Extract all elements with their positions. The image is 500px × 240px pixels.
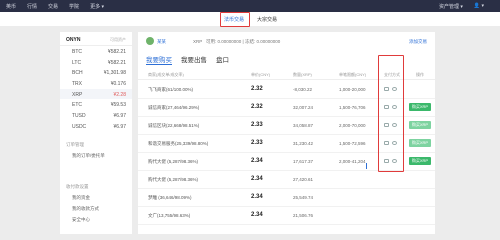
sidebar-link-my-orders[interactable]: 我的订单/委托单 — [72, 153, 105, 159]
user-info: 某某 XRP 可用: 0.00000000 | 冻结: 0.00000000 添… — [146, 37, 427, 47]
sidebar-item-tusd[interactable]: TUSD ¥6.97 — [60, 110, 132, 121]
coin-name: TUSD — [72, 113, 86, 120]
sidebar-header: ONYN 可用资产 — [60, 32, 132, 46]
coin-name: TRX — [72, 81, 82, 88]
nav-user-menu[interactable]: 👤 ▾ — [474, 3, 484, 10]
sidebar-item-ltc[interactable]: LTC ¥582.21 — [60, 57, 132, 68]
buy-xrp-button[interactable]: 购买XRP — [409, 121, 431, 129]
tab-orderbook[interactable]: 盘口 — [216, 54, 229, 65]
coin-value: ¥2.28 — [113, 91, 126, 98]
unit-price: 2.32 — [251, 86, 263, 92]
unit-price: 2.34 — [251, 194, 263, 200]
quantity: 21,506.76 — [293, 213, 314, 218]
merchant-name[interactable]: 购代大佬 (5,287/98.36%) — [148, 159, 198, 165]
unit-price: 2.32 — [251, 104, 263, 110]
coin-name: BCH — [72, 70, 83, 77]
tab-sell[interactable]: 我要出售 — [181, 54, 207, 65]
coin-name: BTC — [72, 49, 82, 55]
coin-value: ¥59.53 — [110, 102, 126, 109]
nav-market[interactable]: 行情 — [27, 3, 37, 10]
header-qty: 数量(XRP) — [293, 72, 312, 77]
sidebar-title: ONYN — [66, 37, 81, 43]
sidebar-link-funds[interactable]: 我的资金 — [72, 195, 90, 201]
coin-value: ¥6.97 — [113, 113, 126, 120]
header-action: 操作 — [416, 72, 424, 77]
limit: 1,500-72,596 — [339, 141, 366, 146]
sidebar-link-security[interactable]: 安全中心 — [72, 217, 90, 223]
buy-xrp-button[interactable]: 购买XRP — [409, 157, 431, 165]
balance-text: 可用: 0.00000000 | 冻结: 0.00000000 — [206, 39, 281, 44]
quantity: 32,007.24 — [293, 105, 314, 110]
coin-value: ¥582.21 — [107, 59, 126, 66]
sidebar-link-payment-methods[interactable]: 我的收款方式 — [72, 206, 99, 212]
header-price: 单价(CNY) — [251, 72, 271, 77]
trade-tabs: 我要购买 我要出售 盘口 — [146, 54, 229, 65]
sidebar-hint: 可用资产 — [110, 37, 126, 42]
limit: 1,500-76,706 — [339, 105, 366, 110]
unit-price: 2.34 — [251, 176, 263, 182]
highlight-payment-column — [378, 55, 404, 172]
user-name: 某某 — [157, 39, 166, 44]
sidebar-item-trx[interactable]: TRX ¥0.176 — [60, 78, 132, 89]
table-row: 购代大佬 (5,287/98.36%) 2.34 27,420.61 — [138, 171, 435, 189]
sidebar-item-etc[interactable]: ETC ¥59.53 — [60, 99, 132, 110]
table-row: 文广(13,755/98.63%) 2.34 21,506.76 — [138, 207, 435, 225]
merchant-name[interactable]: 诚信商家(27,464/96.29%) — [148, 105, 199, 111]
nav-asset-management[interactable]: 资产管理 ▾ — [439, 3, 463, 10]
coin-value: ¥0.176 — [110, 81, 126, 88]
merchant-name[interactable]: 诚信区块(22,668/98.51%) — [148, 123, 199, 129]
coin-value: ¥6.97 — [113, 123, 126, 130]
sidebar-section-payment: 收付款设置 — [66, 184, 89, 189]
nav-academy[interactable]: 学院 — [69, 3, 79, 10]
coin-name: USDC — [72, 123, 87, 130]
coin-name: XRP — [72, 91, 83, 98]
buy-xrp-button[interactable]: 购买XRP — [409, 139, 431, 147]
quantity: 27,420.61 — [293, 177, 314, 182]
unit-price: 2.34 — [251, 158, 263, 164]
merchant-name[interactable]: 和谐交易服务(25,339/98.80%) — [148, 141, 208, 147]
quantity: 31,230.42 — [293, 141, 314, 146]
nav-logo[interactable]: 英币 — [6, 3, 16, 10]
sidebar-item-bch[interactable]: BCH ¥1,301.98 — [60, 67, 132, 78]
quantity: 25,549.74 — [293, 195, 314, 200]
quantity: -8,030.22 — [293, 87, 313, 92]
text-cursor — [366, 163, 368, 169]
add-trade-link[interactable]: 添加交易 — [409, 39, 427, 45]
coin-name: ETC — [72, 102, 82, 109]
merchant-name[interactable]: 购代大佬 (5,287/98.36%) — [148, 177, 198, 183]
tab-block-trade[interactable]: 大宗交易 — [257, 16, 277, 23]
nav-more[interactable]: 更多 ▾ — [90, 3, 104, 10]
top-navbar: 英币 行情 交易 学院 更多 ▾ 资产管理 ▾ 👤 ▾ — [0, 0, 500, 12]
table-row: 梦雕 (36,646/98.09%) 2.34 25,549.74 — [138, 189, 435, 207]
sidebar-item-usdc[interactable]: USDC ¥6.97 — [60, 121, 132, 132]
tab-buy[interactable]: 我要购买 — [146, 54, 172, 65]
sidebar-section-orders: 订单管理 — [66, 142, 84, 147]
quantity: 34,058.87 — [293, 123, 314, 128]
sidebar-item-xrp[interactable]: XRP ¥2.28 — [60, 88, 132, 100]
highlight-fiat-tab — [220, 12, 250, 27]
merchant-name[interactable]: 文广(13,755/98.63%) — [148, 213, 190, 219]
coin-value: ¥1,301.98 — [103, 70, 126, 77]
merchant-name[interactable]: 飞飞商家(61/100.00%) — [148, 87, 193, 93]
sidebar-item-btc[interactable]: BTC ¥582.21 — [60, 46, 132, 57]
limit: 1,000-20,000 — [339, 87, 366, 92]
limit: 2,000-41,204 — [339, 159, 366, 164]
coin-sidebar: ONYN 可用资产 BTC ¥582.21 LTC ¥582.21 BCH ¥1,30… — [60, 32, 132, 234]
limit: 2,000-70,000 — [339, 123, 366, 128]
unit-price: 2.33 — [251, 140, 263, 146]
unit-price: 2.34 — [251, 212, 263, 218]
header-merchant: 商家(成交单/成交率) — [148, 72, 184, 77]
nav-trade[interactable]: 交易 — [48, 3, 58, 10]
coin-value: ¥582.21 — [107, 49, 126, 55]
balance-coin: XRP — [193, 39, 203, 44]
quantity: 17,617.37 — [293, 159, 314, 164]
coin-name: LTC — [72, 59, 82, 66]
buy-xrp-button[interactable]: 购买XRP — [409, 103, 431, 111]
avatar — [146, 37, 154, 45]
header-limit: 单笔限额(CNY) — [339, 72, 367, 77]
merchant-name[interactable]: 梦雕 (36,646/98.09%) — [148, 195, 192, 201]
unit-price: 2.33 — [251, 122, 263, 128]
trade-subtabs: 法币交易 大宗交易 — [0, 12, 500, 26]
